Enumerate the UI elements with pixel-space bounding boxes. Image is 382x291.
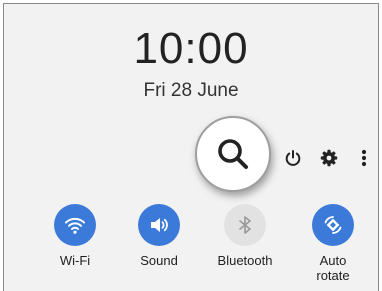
toggle-sound-circle: [138, 204, 180, 246]
toggle-wifi-circle: [54, 204, 96, 246]
toggle-sound[interactable]: Sound: [121, 204, 197, 268]
toggle-bluetooth-circle: [224, 204, 266, 246]
toggle-sound-label: Sound: [140, 253, 178, 268]
toggle-bluetooth[interactable]: Bluetooth: [207, 204, 283, 268]
wifi-icon: [65, 217, 85, 234]
search-icon: [218, 139, 248, 169]
gear-icon: [320, 149, 338, 167]
clock-time: 10:00: [133, 24, 249, 73]
volume-icon: [151, 218, 168, 232]
toggle-wifi[interactable]: Wi-Fi: [37, 204, 113, 268]
power-button[interactable]: [283, 148, 303, 168]
bluetooth-icon: [239, 216, 251, 234]
more-vertical-icon: [361, 149, 367, 167]
clock-date: Fri 28 June: [143, 80, 239, 101]
toggle-wifi-label: Wi-Fi: [59, 253, 91, 268]
toggle-auto-rotate-circle: [312, 204, 354, 246]
more-options-button[interactable]: [356, 148, 372, 168]
toggle-auto-rotate[interactable]: Auto rotate: [295, 204, 371, 283]
quick-toggles: Wi-Fi Sound Bluetooth Auto rotate: [4, 204, 378, 289]
power-icon: [285, 150, 301, 166]
settings-button[interactable]: [319, 148, 339, 168]
toggle-auto-rotate-label: Auto rotate: [316, 253, 350, 283]
auto-rotate-icon: [324, 216, 342, 234]
search-button[interactable]: [195, 116, 271, 192]
quick-settings-panel: 10:00 Fri 28 June Wi-Fi Sound Bluetooth …: [3, 3, 379, 291]
toggle-bluetooth-label: Bluetooth: [217, 253, 273, 268]
